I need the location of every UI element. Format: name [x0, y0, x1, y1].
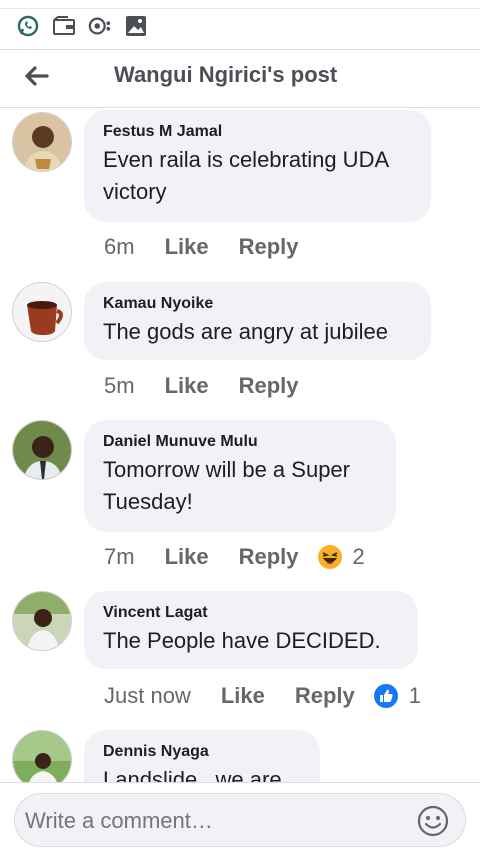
comment-bubble: Vincent Lagat The People have DECIDED. [84, 591, 418, 669]
comment-bubble: Daniel Munuve Mulu Tomorrow will be a Su… [84, 420, 396, 532]
comment-actions: 5m Like Reply [104, 371, 317, 401]
comment-actions: 7m Like Reply 2 [104, 542, 365, 572]
comment-text-line: Even raila is celebrating UDA [103, 147, 390, 172]
avatar[interactable] [12, 420, 72, 480]
comment-author[interactable]: Daniel Munuve Mulu [103, 432, 376, 452]
reply-button[interactable]: Reply [239, 234, 299, 260]
like-button[interactable]: Like [165, 544, 209, 570]
comment-text: Even raila is celebrating UDA victory [103, 144, 411, 208]
wallet-icon [52, 14, 76, 38]
comment-list: Festus M Jamal Even raila is celebrating… [0, 108, 480, 782]
comment-bubble: Dennis Nyaga Landslide...we are [84, 730, 320, 782]
like-button[interactable]: Like [165, 234, 209, 260]
comment-bubble: Festus M Jamal Even raila is celebrating… [84, 110, 431, 222]
comment-text-line: Landslide...we are [103, 767, 282, 782]
comment-author[interactable]: Festus M Jamal [103, 122, 411, 142]
reply-button[interactable]: Reply [295, 683, 355, 709]
comment-text-line: Tuesday! [103, 489, 193, 514]
back-button[interactable] [16, 58, 56, 98]
comment-time: 7m [104, 544, 135, 569]
comment-text: Landslide...we are [103, 764, 300, 782]
comment-text: The gods are angry at jubilee [103, 316, 411, 348]
page-title: Wangui Ngirici's post [114, 62, 338, 87]
reaction-count: 2 [352, 544, 365, 569]
comment-composer [0, 782, 480, 854]
image-icon [124, 14, 148, 38]
reply-button[interactable]: Reply [239, 544, 299, 570]
comment-text: Tomorrow will be a Super Tuesday! [103, 454, 376, 518]
status-divider [0, 8, 480, 9]
like-button[interactable]: Like [221, 683, 265, 709]
comment-text-line: Tomorrow will be a Super [103, 457, 350, 482]
reaction-count: 1 [408, 683, 422, 708]
comment-author[interactable]: Vincent Lagat [103, 603, 398, 623]
comment-actions: 6m Like Reply [104, 232, 317, 262]
arrow-left-icon [23, 65, 49, 92]
avatar[interactable] [12, 282, 72, 342]
comment-input-box[interactable] [14, 793, 466, 847]
smiley-icon[interactable] [417, 805, 449, 837]
status-bar [0, 0, 480, 50]
whatsapp-icon [16, 14, 40, 38]
comment-time: 6m [104, 234, 135, 259]
comment-author[interactable]: Dennis Nyaga [103, 742, 300, 762]
post-header: Wangui Ngirici's post [0, 50, 480, 108]
comment-text-line: The gods are angry at jubilee [103, 319, 388, 344]
comment-bubble: Kamau Nyoike The gods are angry at jubil… [84, 282, 431, 360]
reply-button[interactable]: Reply [239, 373, 299, 399]
avatar[interactable] [12, 730, 72, 782]
like-button[interactable]: Like [165, 373, 209, 399]
avatar[interactable] [12, 112, 72, 172]
settings-dot-icon [88, 14, 112, 38]
haha-icon[interactable] [317, 544, 343, 570]
comment-actions: Just now Like Reply 1 [104, 681, 421, 711]
comment-text: The People have DECIDED. [103, 625, 398, 657]
like-icon[interactable] [373, 683, 399, 709]
comment-time: Just now [104, 683, 191, 708]
comment-input[interactable] [25, 808, 405, 834]
comment-text-line: The People have DECIDED. [103, 628, 381, 653]
comment-author[interactable]: Kamau Nyoike [103, 294, 411, 314]
avatar[interactable] [12, 591, 72, 651]
comment-time: 5m [104, 373, 135, 398]
comment-text-line: victory [103, 179, 167, 204]
